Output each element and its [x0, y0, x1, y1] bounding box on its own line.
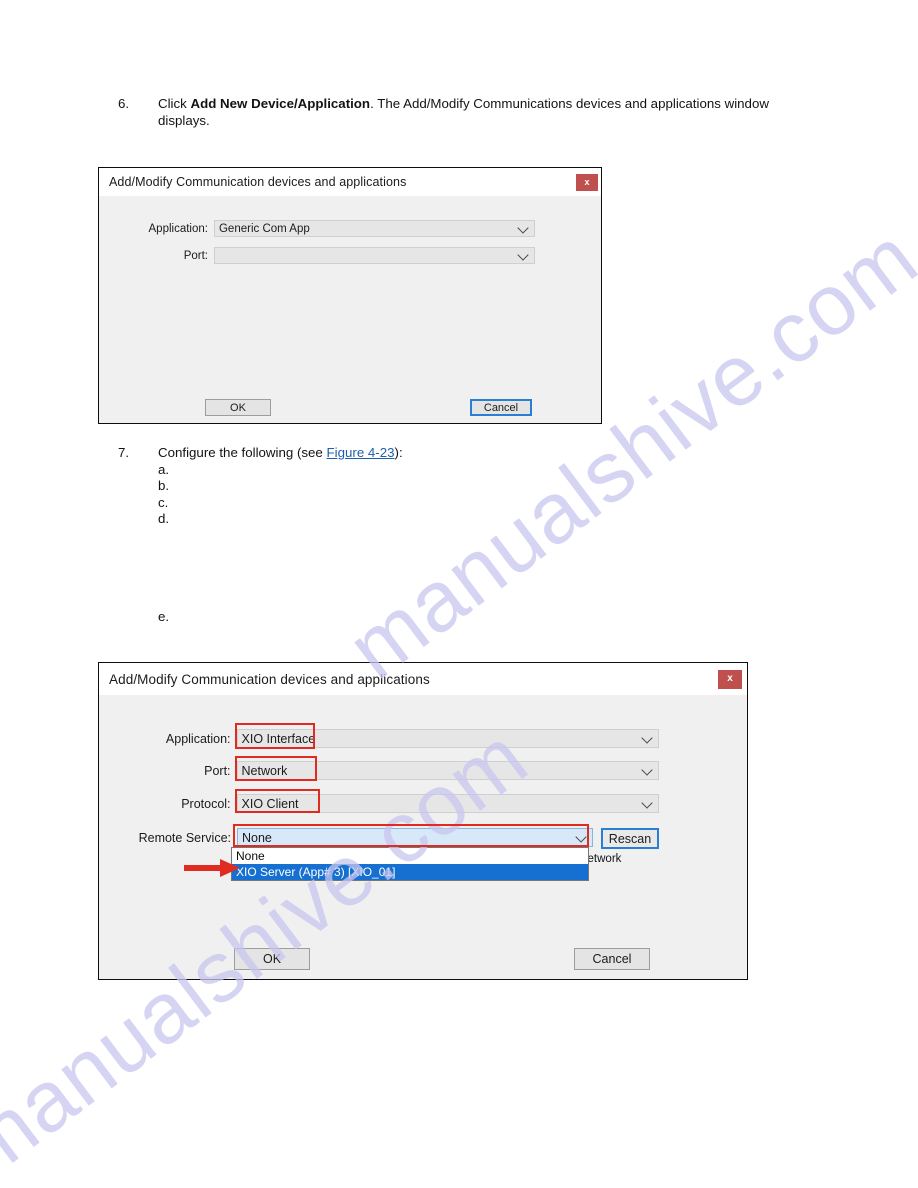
- chevron-down-icon: [517, 221, 529, 234]
- list-item: a.: [158, 461, 170, 477]
- step-7-sublist-e-wrapper: e.: [158, 609, 678, 626]
- step-7-text-before: Configure the following (see: [158, 445, 327, 460]
- chevron-down-icon: [641, 796, 653, 809]
- step-7-sublist: a. b. c. d.: [158, 462, 678, 528]
- dropdown-option-none[interactable]: None: [232, 848, 588, 864]
- field-row-application: Application: XIO Interface: [99, 729, 659, 748]
- chevron-down-icon: [641, 763, 653, 776]
- cancel-button[interactable]: Cancel: [574, 948, 650, 970]
- application-value: XIO Interface: [241, 731, 316, 746]
- field-row-protocol: Protocol: XIO Client: [99, 794, 659, 813]
- figure-cross-reference-link[interactable]: Figure 4-23: [327, 445, 395, 460]
- step-7-text-after: ):: [394, 445, 403, 460]
- protocol-value: XIO Client: [241, 796, 299, 811]
- application-combobox[interactable]: XIO Interface: [236, 729, 659, 748]
- step-6-bold-label: Add New Device/Application: [190, 96, 371, 111]
- rescan-button[interactable]: Rescan: [601, 828, 659, 849]
- step-6-text-before: Click: [158, 96, 191, 111]
- field-row-port: Port: Network: [99, 761, 659, 780]
- remote-service-combobox[interactable]: None: [237, 828, 593, 847]
- step-7-sublist-continued-list: e.: [158, 609, 678, 626]
- dropdown-option-xio-server[interactable]: XIO Server (App# 3) [XIO_01]: [232, 864, 588, 880]
- chevron-down-icon: [575, 830, 587, 843]
- port-label: Port:: [204, 763, 231, 778]
- field-row-application: Application: Generic Com App: [99, 220, 535, 237]
- step-7: 7. Configure the following (see Figure 4…: [118, 445, 678, 528]
- cancel-button[interactable]: Cancel: [470, 399, 532, 416]
- field-row-port: Port:: [99, 247, 535, 264]
- ok-button[interactable]: OK: [205, 399, 271, 416]
- dialog-body: Application: XIO Interface Port: Network…: [99, 695, 747, 983]
- dialog-title: Add/Modify Communication devices and app…: [109, 175, 407, 189]
- protocol-combobox[interactable]: XIO Client: [236, 794, 659, 813]
- application-combobox[interactable]: Generic Com App: [213, 220, 535, 237]
- dialog-title: Add/Modify Communication devices and app…: [109, 671, 430, 687]
- port-label: Port:: [183, 249, 208, 262]
- step-7-text: Configure the following (see Figure 4-23…: [158, 445, 678, 528]
- step-6-number: 6.: [118, 96, 130, 111]
- remote-service-dropdown-list[interactable]: None XIO Server (App# 3) [XIO_01]: [231, 847, 589, 881]
- application-label: Application:: [148, 222, 208, 235]
- application-label: Application:: [165, 731, 231, 746]
- ok-button[interactable]: OK: [234, 948, 310, 970]
- close-icon[interactable]: x: [576, 173, 598, 191]
- dialog-body: Application: Generic Com App Port: OK Ca…: [99, 196, 601, 423]
- list-item: c.: [158, 494, 169, 510]
- field-row-remote-service: Remote Service: None: [99, 828, 659, 847]
- protocol-label: Protocol:: [181, 796, 231, 811]
- port-combobox[interactable]: Network: [236, 761, 659, 780]
- remote-service-label: Remote Service:: [138, 830, 231, 845]
- step-6: 6. Click Add New Device/Application. The…: [118, 96, 818, 129]
- port-combobox[interactable]: [213, 247, 535, 264]
- dialog-titlebar: Add/Modify Communication devices and app…: [99, 168, 601, 196]
- dialog-titlebar: Add/Modify Communication devices and app…: [99, 663, 747, 695]
- step-7-number: 7.: [118, 445, 130, 460]
- add-modify-dialog-configured[interactable]: Add/Modify Communication devices and app…: [98, 662, 748, 980]
- list-item: b.: [158, 478, 170, 493]
- add-modify-dialog-initial[interactable]: Add/Modify Communication devices and app…: [98, 167, 602, 424]
- chevron-down-icon: [517, 248, 529, 261]
- application-value: Generic Com App: [218, 222, 310, 235]
- step-6-text: Click Add New Device/Application. The Ad…: [158, 96, 818, 129]
- list-item: e.: [158, 609, 170, 624]
- chevron-down-icon: [641, 731, 653, 744]
- close-icon[interactable]: x: [718, 669, 742, 689]
- list-item: d.: [158, 511, 170, 526]
- step-7-sublist-continued: e.: [118, 609, 678, 626]
- port-value: Network: [241, 763, 288, 778]
- remote-service-value: None: [242, 830, 272, 845]
